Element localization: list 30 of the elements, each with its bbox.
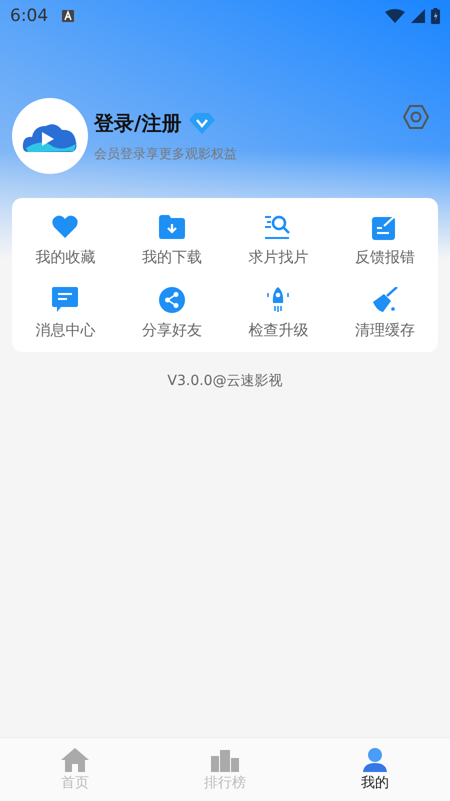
share-icon bbox=[158, 287, 185, 313]
menu-item[interactable]: 检查升级 bbox=[225, 287, 332, 340]
settings-icon[interactable] bbox=[403, 104, 429, 130]
menu-item[interactable]: 分享好友 bbox=[118, 287, 225, 340]
menu-item[interactable]: 清理缓存 bbox=[332, 287, 438, 340]
status-time: 6:04 bbox=[10, 6, 48, 26]
edit-note-icon bbox=[372, 214, 398, 240]
heart-icon bbox=[52, 214, 78, 240]
podium-icon bbox=[211, 748, 239, 772]
member-hint: 会员登录享更多观影权益 bbox=[94, 146, 238, 162]
rocket-icon bbox=[266, 287, 290, 313]
menu-item[interactable]: 反馈报错 bbox=[332, 214, 438, 267]
person-icon bbox=[361, 748, 389, 772]
nav-tab[interactable]: 我的 bbox=[300, 738, 450, 801]
menu-item[interactable]: 我的下载 bbox=[118, 214, 225, 267]
diamond-icon bbox=[189, 112, 216, 134]
keyboard-icon bbox=[62, 10, 74, 22]
broom-icon bbox=[372, 287, 398, 313]
home-icon bbox=[61, 748, 89, 772]
search-icon bbox=[265, 214, 292, 240]
menu-item[interactable]: 消息中心 bbox=[12, 287, 118, 340]
folder-download-icon bbox=[158, 214, 185, 240]
menu-item[interactable]: 我的收藏 bbox=[12, 214, 118, 267]
signal-icon bbox=[411, 9, 425, 23]
login-register-link[interactable]: 登录/注册 bbox=[94, 110, 182, 136]
message-icon bbox=[52, 287, 78, 313]
menu-item[interactable]: 求片找片 bbox=[225, 214, 332, 267]
battery-icon bbox=[431, 8, 440, 24]
wifi-icon bbox=[385, 9, 405, 23]
version-text: V3.0.0@云速影视 bbox=[166, 372, 284, 390]
